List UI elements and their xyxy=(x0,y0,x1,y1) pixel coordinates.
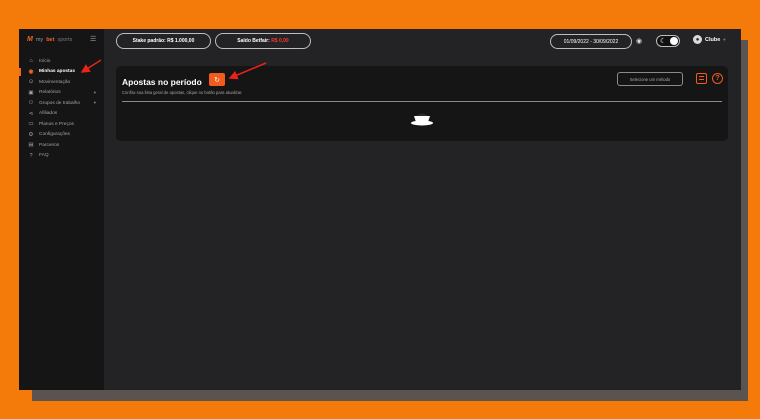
annotation-arrow-sidebar xyxy=(80,59,102,73)
annotation-arrows xyxy=(80,59,267,80)
annotation-arrow-refresh xyxy=(228,62,267,80)
